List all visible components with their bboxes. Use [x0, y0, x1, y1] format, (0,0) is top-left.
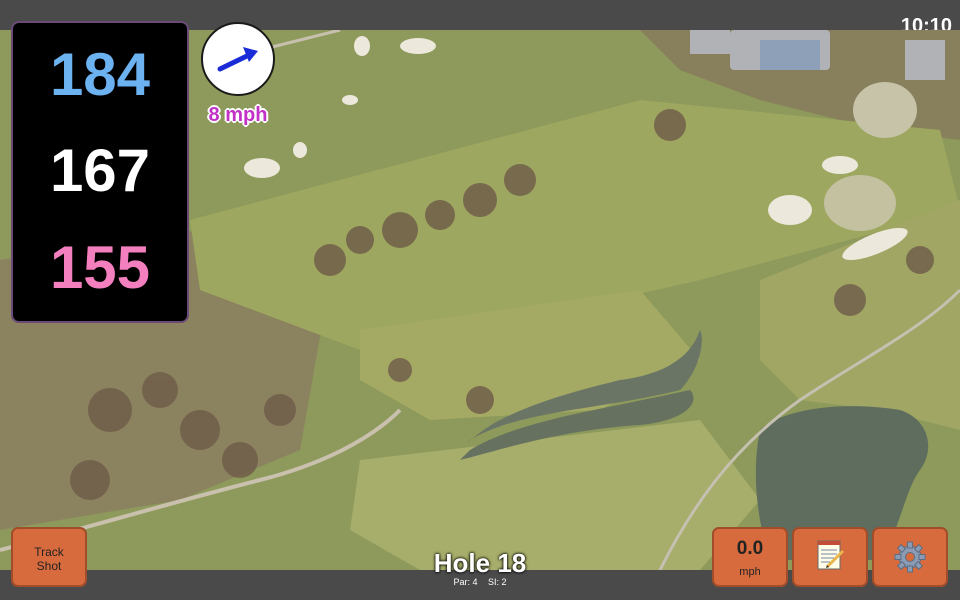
hole-par: Par: 4 [453, 577, 478, 587]
speed-button[interactable]: 0.0 mph [712, 527, 788, 587]
wind-arrow-icon [217, 47, 258, 72]
hole-stroke-index: SI: 2 [488, 577, 507, 587]
hole-title: Hole 18 [433, 548, 527, 578]
notepad-icon [817, 540, 845, 570]
track-shot-label: Track Shot [34, 545, 64, 573]
hole-info: Par: 4 SI: 2 [380, 577, 580, 587]
back-distance: 184 [49, 41, 151, 108]
notes-button[interactable] [792, 527, 868, 587]
settings-button[interactable] [872, 527, 948, 587]
middle-distance: 167 [49, 137, 151, 204]
front-distance: 155 [49, 234, 151, 301]
track-shot-button[interactable]: Track Shot [11, 527, 87, 587]
wind-direction-indicator [201, 22, 275, 96]
speed-unit: mph [739, 566, 761, 578]
speed-value: 0.0 [736, 538, 764, 559]
yardage-panel: 184 167 155 [11, 21, 189, 323]
wind-speed: 8 mph [208, 104, 268, 126]
gear-icon [894, 541, 926, 573]
